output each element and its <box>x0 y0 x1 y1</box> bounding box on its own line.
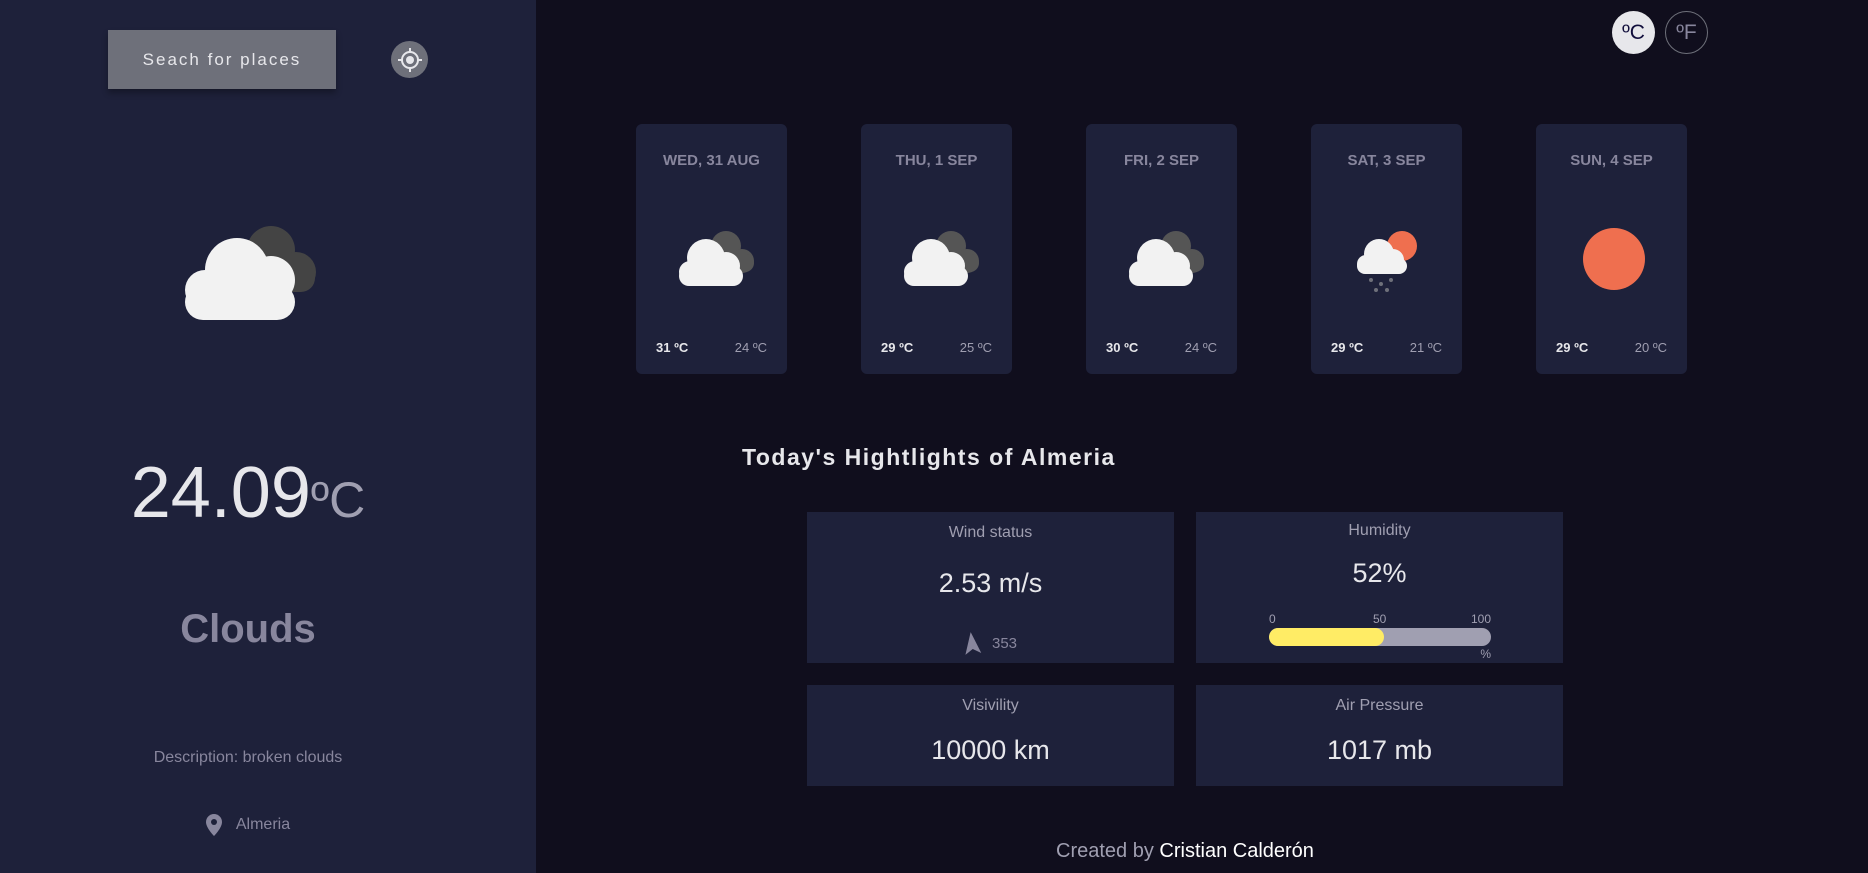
forecast-min: 21 ºC <box>1409 340 1442 355</box>
forecast-date: FRI, 2 SEP <box>1123 152 1200 169</box>
forecast-date: SUN, 4 SEP <box>1570 152 1653 169</box>
scale-label-50: 50 <box>1373 612 1387 626</box>
forecast-date: SAT, 3 SEP <box>1347 152 1426 169</box>
forecast-max: 29 ºC <box>881 340 914 355</box>
forecast-card: THU, 1 SEP 29 ºC 25 ºC <box>861 124 1012 374</box>
weather-description: Description: broken clouds <box>153 749 343 766</box>
crosshair-icon <box>397 47 422 72</box>
scale-label-0: 0 <box>1269 612 1276 626</box>
wind-direction-value: 353 <box>991 634 1018 652</box>
humidity-bar-fill <box>1269 628 1385 646</box>
visibility-card: Visivility 10000 km <box>807 685 1174 786</box>
celsius-button[interactable]: ºC <box>1612 11 1655 54</box>
scale-label-100: 100 <box>1470 612 1491 626</box>
forecast-card: SAT, 3 SEP 29 ºC 21 ºC <box>1311 124 1462 374</box>
scale-unit: % <box>1480 647 1491 661</box>
forecast-min: 20 ºC <box>1634 340 1667 355</box>
wind-value: 2.53 m/s <box>938 568 1043 598</box>
temperature-value: 24.09 <box>130 453 311 533</box>
light-rain-icon <box>1357 231 1417 292</box>
location: Almeria <box>0 814 496 836</box>
search-places-button[interactable]: Seach for places <box>108 30 336 89</box>
forecast-max: 30 ºC <box>1106 340 1139 355</box>
humidity-value: 52% <box>1352 558 1407 588</box>
location-name: Almeria <box>235 816 291 833</box>
humidity-card: Humidity 52% 0 50 100 % <box>1196 512 1563 663</box>
sun-icon <box>1583 228 1645 290</box>
navigation-arrow-icon <box>965 632 982 655</box>
forecast-date: THU, 1 SEP <box>895 152 978 169</box>
highlights-title: Today's Hightlights of Almeria <box>742 444 1116 470</box>
pressure-card: Air Pressure 1017 mb <box>1196 685 1563 786</box>
forecast-date: WED, 31 AUG <box>663 152 760 169</box>
current-temperature: 24.09ºC <box>0 452 496 534</box>
footer-author-link[interactable]: Cristian Calderón <box>1159 840 1314 862</box>
fahrenheit-button[interactable]: ºF <box>1665 11 1708 54</box>
forecast-list: WED, 31 AUG 31 ºC 24 ºC THU, 1 SEP 29 ºC… <box>636 124 1687 374</box>
forecast-card: WED, 31 AUG 31 ºC 24 ºC <box>636 124 787 374</box>
forecast-max: 31 ºC <box>656 340 689 355</box>
temperature-unit: ºC <box>310 472 366 528</box>
location-pin-icon <box>205 814 222 836</box>
cloud-icon <box>1129 231 1204 286</box>
wind-card: Wind status 2.53 m/s 353 <box>807 512 1174 663</box>
pressure-label: Air Pressure <box>1335 697 1424 714</box>
cloud-icon <box>904 231 979 286</box>
cloud-icon <box>185 226 316 320</box>
forecast-min: 24 ºC <box>734 340 767 355</box>
wind-label: Wind status <box>948 524 1033 541</box>
visibility-label: Visivility <box>962 697 1019 714</box>
footer-prefix: Created by <box>1056 840 1154 862</box>
forecast-min: 25 ºC <box>959 340 992 355</box>
humidity-bar <box>1269 628 1491 646</box>
forecast-max: 29 ºC <box>1331 340 1364 355</box>
pressure-value: 1017 mb <box>1326 735 1433 765</box>
wind-direction: 353 <box>807 632 1174 655</box>
weather-condition: Clouds <box>180 607 316 651</box>
footer: Created by Cristian Calderón <box>1056 840 1314 863</box>
forecast-card: FRI, 2 SEP 30 ºC 24 ºC <box>1086 124 1237 374</box>
forecast-card: SUN, 4 SEP 29 ºC 20 ºC <box>1536 124 1687 374</box>
cloud-icon <box>679 231 754 286</box>
locate-button[interactable] <box>391 41 428 78</box>
humidity-scale: 0 50 100 % <box>1269 612 1491 661</box>
sidebar: Seach for places 24.09ºC Clouds Descript… <box>0 0 536 873</box>
forecast-min: 24 ºC <box>1184 340 1217 355</box>
forecast-max: 29 ºC <box>1556 340 1589 355</box>
visibility-value: 10000 km <box>931 735 1050 765</box>
humidity-label: Humidity <box>1348 522 1411 539</box>
